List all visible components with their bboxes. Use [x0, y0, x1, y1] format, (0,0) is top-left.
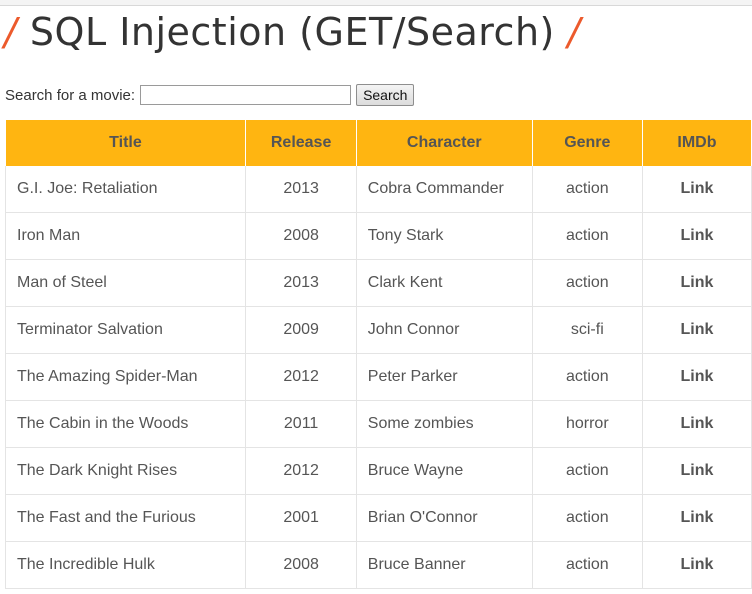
cell-imdb: Link	[642, 259, 752, 307]
cell-release: 2009	[245, 306, 357, 354]
page-title: / SQL Injection (GET/Search) /	[4, 10, 581, 54]
cell-genre: action	[532, 353, 643, 401]
cell-genre: action	[532, 447, 643, 495]
cell-character: Tony Stark	[356, 212, 533, 260]
cell-title: Terminator Salvation	[4, 306, 247, 354]
cell-release: 2008	[245, 541, 357, 589]
cell-character: Bruce Banner	[356, 541, 533, 589]
cell-release: 2011	[245, 400, 357, 448]
column-header-release: Release	[245, 120, 357, 166]
search-button[interactable]: Search	[356, 84, 415, 106]
cell-genre: action	[532, 166, 643, 213]
movies-table: Title Release Character Genre IMDb G.I. …	[4, 120, 752, 589]
cell-title: The Amazing Spider-Man	[4, 353, 247, 401]
table-row: Man of Steel 2013 Clark Kent action Link	[4, 259, 752, 307]
title-slash-left: /	[4, 10, 18, 54]
cell-release: 2012	[245, 447, 357, 495]
table-row: The Amazing Spider-Man 2012 Peter Parker…	[4, 353, 752, 401]
table-header-row: Title Release Character Genre IMDb	[5, 120, 752, 166]
imdb-link[interactable]: Link	[681, 556, 714, 573]
search-input[interactable]	[140, 85, 352, 105]
cell-character: Brian O'Connor	[356, 494, 533, 542]
cell-release: 2001	[245, 494, 357, 542]
table-row: The Incredible Hulk 2008 Bruce Banner ac…	[4, 541, 752, 589]
imdb-link[interactable]: Link	[681, 415, 714, 432]
column-header-title: Title	[5, 120, 247, 166]
cell-imdb: Link	[642, 212, 752, 260]
cell-title: Iron Man	[4, 212, 247, 260]
cell-imdb: Link	[642, 306, 752, 354]
imdb-link[interactable]: Link	[681, 462, 714, 479]
cell-release: 2013	[245, 259, 357, 307]
column-header-genre: Genre	[532, 120, 643, 166]
cell-character: Cobra Commander	[356, 166, 533, 213]
cell-genre: sci-fi	[532, 306, 643, 354]
cell-genre: action	[532, 494, 643, 542]
imdb-link[interactable]: Link	[681, 509, 714, 526]
cell-character: John Connor	[356, 306, 533, 354]
cell-genre: action	[532, 541, 643, 589]
cell-title: G.I. Joe: Retaliation	[4, 166, 247, 213]
table-row: The Fast and the Furious 2001 Brian O'Co…	[4, 494, 752, 542]
table-row: Iron Man 2008 Tony Stark action Link	[4, 212, 752, 260]
cell-genre: action	[532, 259, 643, 307]
cell-genre: horror	[532, 400, 643, 448]
cell-character: Peter Parker	[356, 353, 533, 401]
table-row: The Cabin in the Woods 2011 Some zombies…	[4, 400, 752, 448]
imdb-link[interactable]: Link	[681, 227, 714, 244]
imdb-link[interactable]: Link	[681, 321, 714, 338]
column-header-character: Character	[356, 120, 533, 166]
table-row: G.I. Joe: Retaliation 2013 Cobra Command…	[4, 166, 752, 213]
imdb-link[interactable]: Link	[681, 274, 714, 291]
imdb-link[interactable]: Link	[681, 368, 714, 385]
cell-title: The Cabin in the Woods	[4, 400, 247, 448]
cell-imdb: Link	[642, 541, 752, 589]
cell-release: 2013	[245, 166, 357, 213]
cell-title: Man of Steel	[4, 259, 247, 307]
top-border	[0, 0, 752, 6]
cell-title: The Fast and the Furious	[4, 494, 247, 542]
cell-imdb: Link	[642, 447, 752, 495]
cell-title: The Incredible Hulk	[4, 541, 247, 589]
search-form: Search for a movie: Search	[5, 83, 415, 107]
search-label: Search for a movie:	[5, 86, 136, 104]
column-header-imdb: IMDb	[642, 120, 752, 166]
cell-genre: action	[532, 212, 643, 260]
cell-title: The Dark Knight Rises	[4, 447, 247, 495]
cell-imdb: Link	[642, 400, 752, 448]
cell-release: 2012	[245, 353, 357, 401]
cell-release: 2008	[245, 212, 357, 260]
cell-imdb: Link	[642, 166, 752, 213]
table-row: Terminator Salvation 2009 John Connor sc…	[4, 306, 752, 354]
cell-imdb: Link	[642, 494, 752, 542]
title-text: SQL Injection (GET/Search)	[29, 10, 555, 54]
cell-character: Clark Kent	[356, 259, 533, 307]
title-slash-right: /	[567, 10, 581, 54]
cell-character: Some zombies	[356, 400, 533, 448]
imdb-link[interactable]: Link	[681, 180, 714, 197]
cell-imdb: Link	[642, 353, 752, 401]
cell-character: Bruce Wayne	[356, 447, 533, 495]
table-row: The Dark Knight Rises 2012 Bruce Wayne a…	[4, 447, 752, 495]
